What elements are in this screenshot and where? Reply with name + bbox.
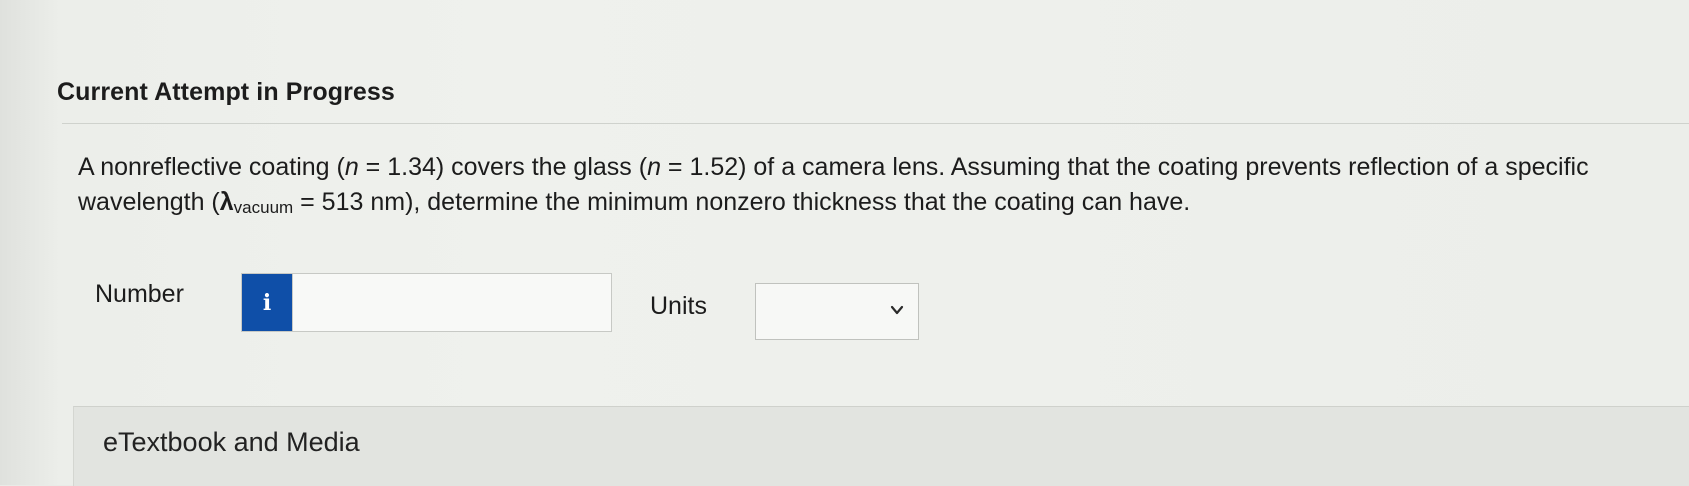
question-text: A nonreflective coating (n = 1.34) cover… [78,150,1668,225]
number-label: Number [95,280,184,308]
refractive-index-symbol: n [647,153,661,181]
lambda-subscript: vacuum [233,198,294,217]
question-text-part: A nonreflective coating ( [78,153,345,181]
etextbook-media-label: eTextbook and Media [103,427,360,457]
attempt-status-title: Current Attempt in Progress [57,78,395,106]
etextbook-media-panel[interactable]: eTextbook and Media [73,406,1689,486]
refractive-index-symbol: n [344,153,359,181]
question-text-part: = 513 nm), determine the minimum nonzero… [293,188,1191,216]
number-input-group: i [241,273,612,332]
question-text-part: = 1.34) covers the glass ( [358,153,648,181]
lambda-symbol: λ [219,188,234,216]
info-icon[interactable]: i [242,274,292,331]
number-input[interactable] [292,274,611,331]
page-background: Current Attempt in Progress A nonreflect… [0,0,1689,486]
chevron-down-icon [890,305,904,315]
units-label: Units [650,292,707,320]
units-dropdown[interactable] [755,283,919,340]
